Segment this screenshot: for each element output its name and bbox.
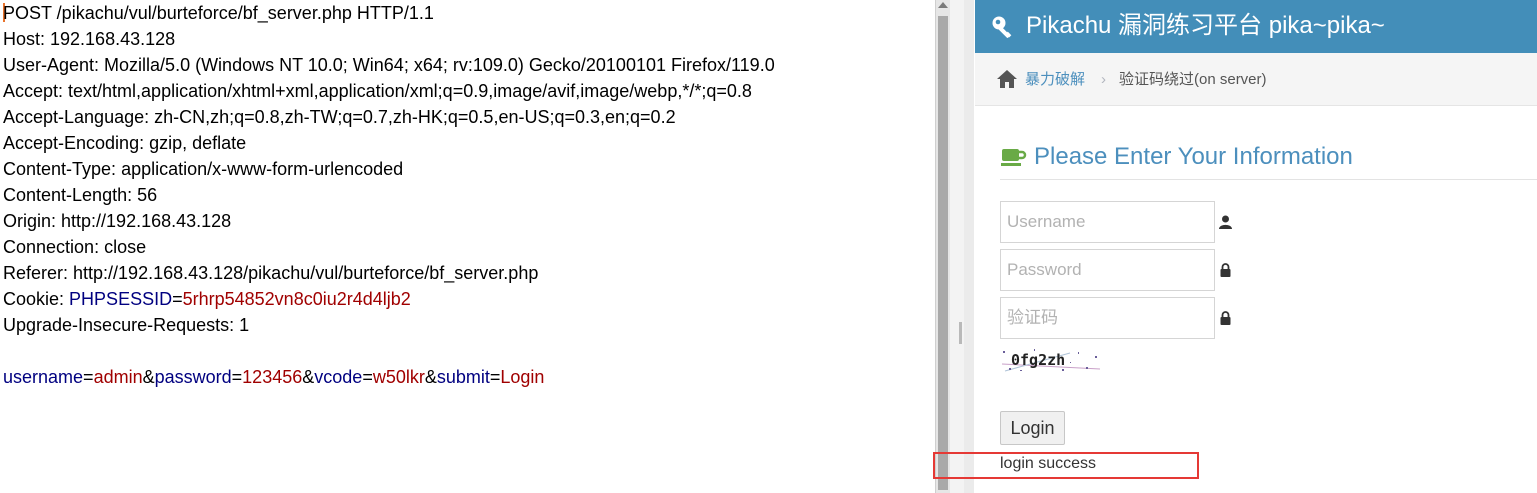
scroll-up-arrow-icon[interactable] xyxy=(938,2,948,8)
param-separator: & xyxy=(142,367,155,387)
body-param-name: password xyxy=(154,367,232,387)
cookie-header-line: Cookie: PHPSESSID=5rhrp54852vn8c0iu2r4d4… xyxy=(3,286,411,312)
lock-icon xyxy=(1220,263,1231,277)
body-param-value: w50lkr xyxy=(372,367,425,387)
request-line: POST /pikachu/vul/burteforce/bf_server.p… xyxy=(3,3,434,23)
username-input[interactable] xyxy=(1000,201,1215,243)
pane-splitter[interactable] xyxy=(950,0,964,493)
upgrade-header-line: Upgrade-Insecure-Requests: 1 xyxy=(3,315,250,335)
captcha-input[interactable] xyxy=(1000,297,1215,339)
body-param-value: Login xyxy=(500,367,545,387)
request-header-line: User-Agent: Mozilla/5.0 (Windows NT 10.0… xyxy=(3,55,775,75)
site-header: Pikachu 漏洞练习平台 pika~pika~ xyxy=(975,0,1537,53)
cookie-label: Cookie: xyxy=(3,289,70,309)
body-param-name: submit xyxy=(436,367,490,387)
body-param-value: 123456 xyxy=(242,367,303,387)
request-body-line: username=admin&password=123456&vcode=w50… xyxy=(3,364,544,390)
request-header-line: Host: 192.168.43.128 xyxy=(3,29,176,49)
captcha-text: 0fg2zh xyxy=(1011,351,1065,369)
scrollbar-thumb[interactable] xyxy=(938,16,948,490)
login-button[interactable]: Login xyxy=(1000,411,1065,445)
param-equals: = xyxy=(231,367,243,387)
request-header-line: Accept-Encoding: gzip, deflate xyxy=(3,133,247,153)
body-param-name: username xyxy=(3,367,84,387)
request-header-line: Connection: close xyxy=(3,237,147,257)
key-icon xyxy=(992,16,1012,38)
captcha-image[interactable]: 0fg2zh xyxy=(1000,347,1103,374)
breadcrumb-link-bruteforce[interactable]: 暴力破解 xyxy=(1025,71,1085,89)
coffee-icon xyxy=(1001,149,1027,166)
param-equals: = xyxy=(362,367,373,387)
result-highlight-box xyxy=(933,452,1199,479)
param-separator: & xyxy=(302,367,315,387)
lock-icon xyxy=(1220,311,1231,325)
request-header-line: Content-Type: application/x-www-form-url… xyxy=(3,159,404,179)
param-equals: = xyxy=(489,367,501,387)
request-header-line: Content-Length: 56 xyxy=(3,185,158,205)
param-separator: & xyxy=(424,367,437,387)
breadcrumb-current: 验证码绕过(on server) xyxy=(1119,71,1267,88)
cookie-eq: = xyxy=(172,289,183,309)
body-param-value: admin xyxy=(93,367,143,387)
home-icon[interactable] xyxy=(996,69,1018,89)
request-editor[interactable]: POST /pikachu/vul/burteforce/bf_server.p… xyxy=(0,0,935,493)
cookie-value: 5rhrp54852vn8c0iu2r4d4ljb2 xyxy=(182,289,411,309)
password-input[interactable] xyxy=(1000,249,1215,291)
splitter-grip-icon[interactable] xyxy=(959,322,962,344)
site-title[interactable]: Pikachu 漏洞练习平台 pika~pika~ xyxy=(1026,10,1385,42)
request-scrollbar[interactable] xyxy=(935,0,950,493)
request-header-line: Referer: http://192.168.43.128/pikachu/v… xyxy=(3,263,539,283)
body-param-name: vcode xyxy=(314,367,363,387)
form-heading: Please Enter Your Information xyxy=(1034,143,1353,170)
request-header-line: Origin: http://192.168.43.128 xyxy=(3,211,232,231)
param-equals: = xyxy=(83,367,94,387)
user-icon xyxy=(1219,215,1232,229)
page-left-edge xyxy=(964,0,974,493)
login-panel: Please Enter Your Information 0fg2zh Log… xyxy=(975,107,1537,493)
heading-divider xyxy=(1000,179,1537,180)
cookie-name: PHPSESSID xyxy=(69,289,173,309)
breadcrumb: 暴力破解 › 验证码绕过(on server) xyxy=(975,53,1537,106)
request-header-line: Accept-Language: zh-CN,zh;q=0.8,zh-TW;q=… xyxy=(3,107,676,127)
request-header-line: Accept: text/html,application/xhtml+xml,… xyxy=(3,81,752,101)
breadcrumb-separator: › xyxy=(1101,71,1106,88)
